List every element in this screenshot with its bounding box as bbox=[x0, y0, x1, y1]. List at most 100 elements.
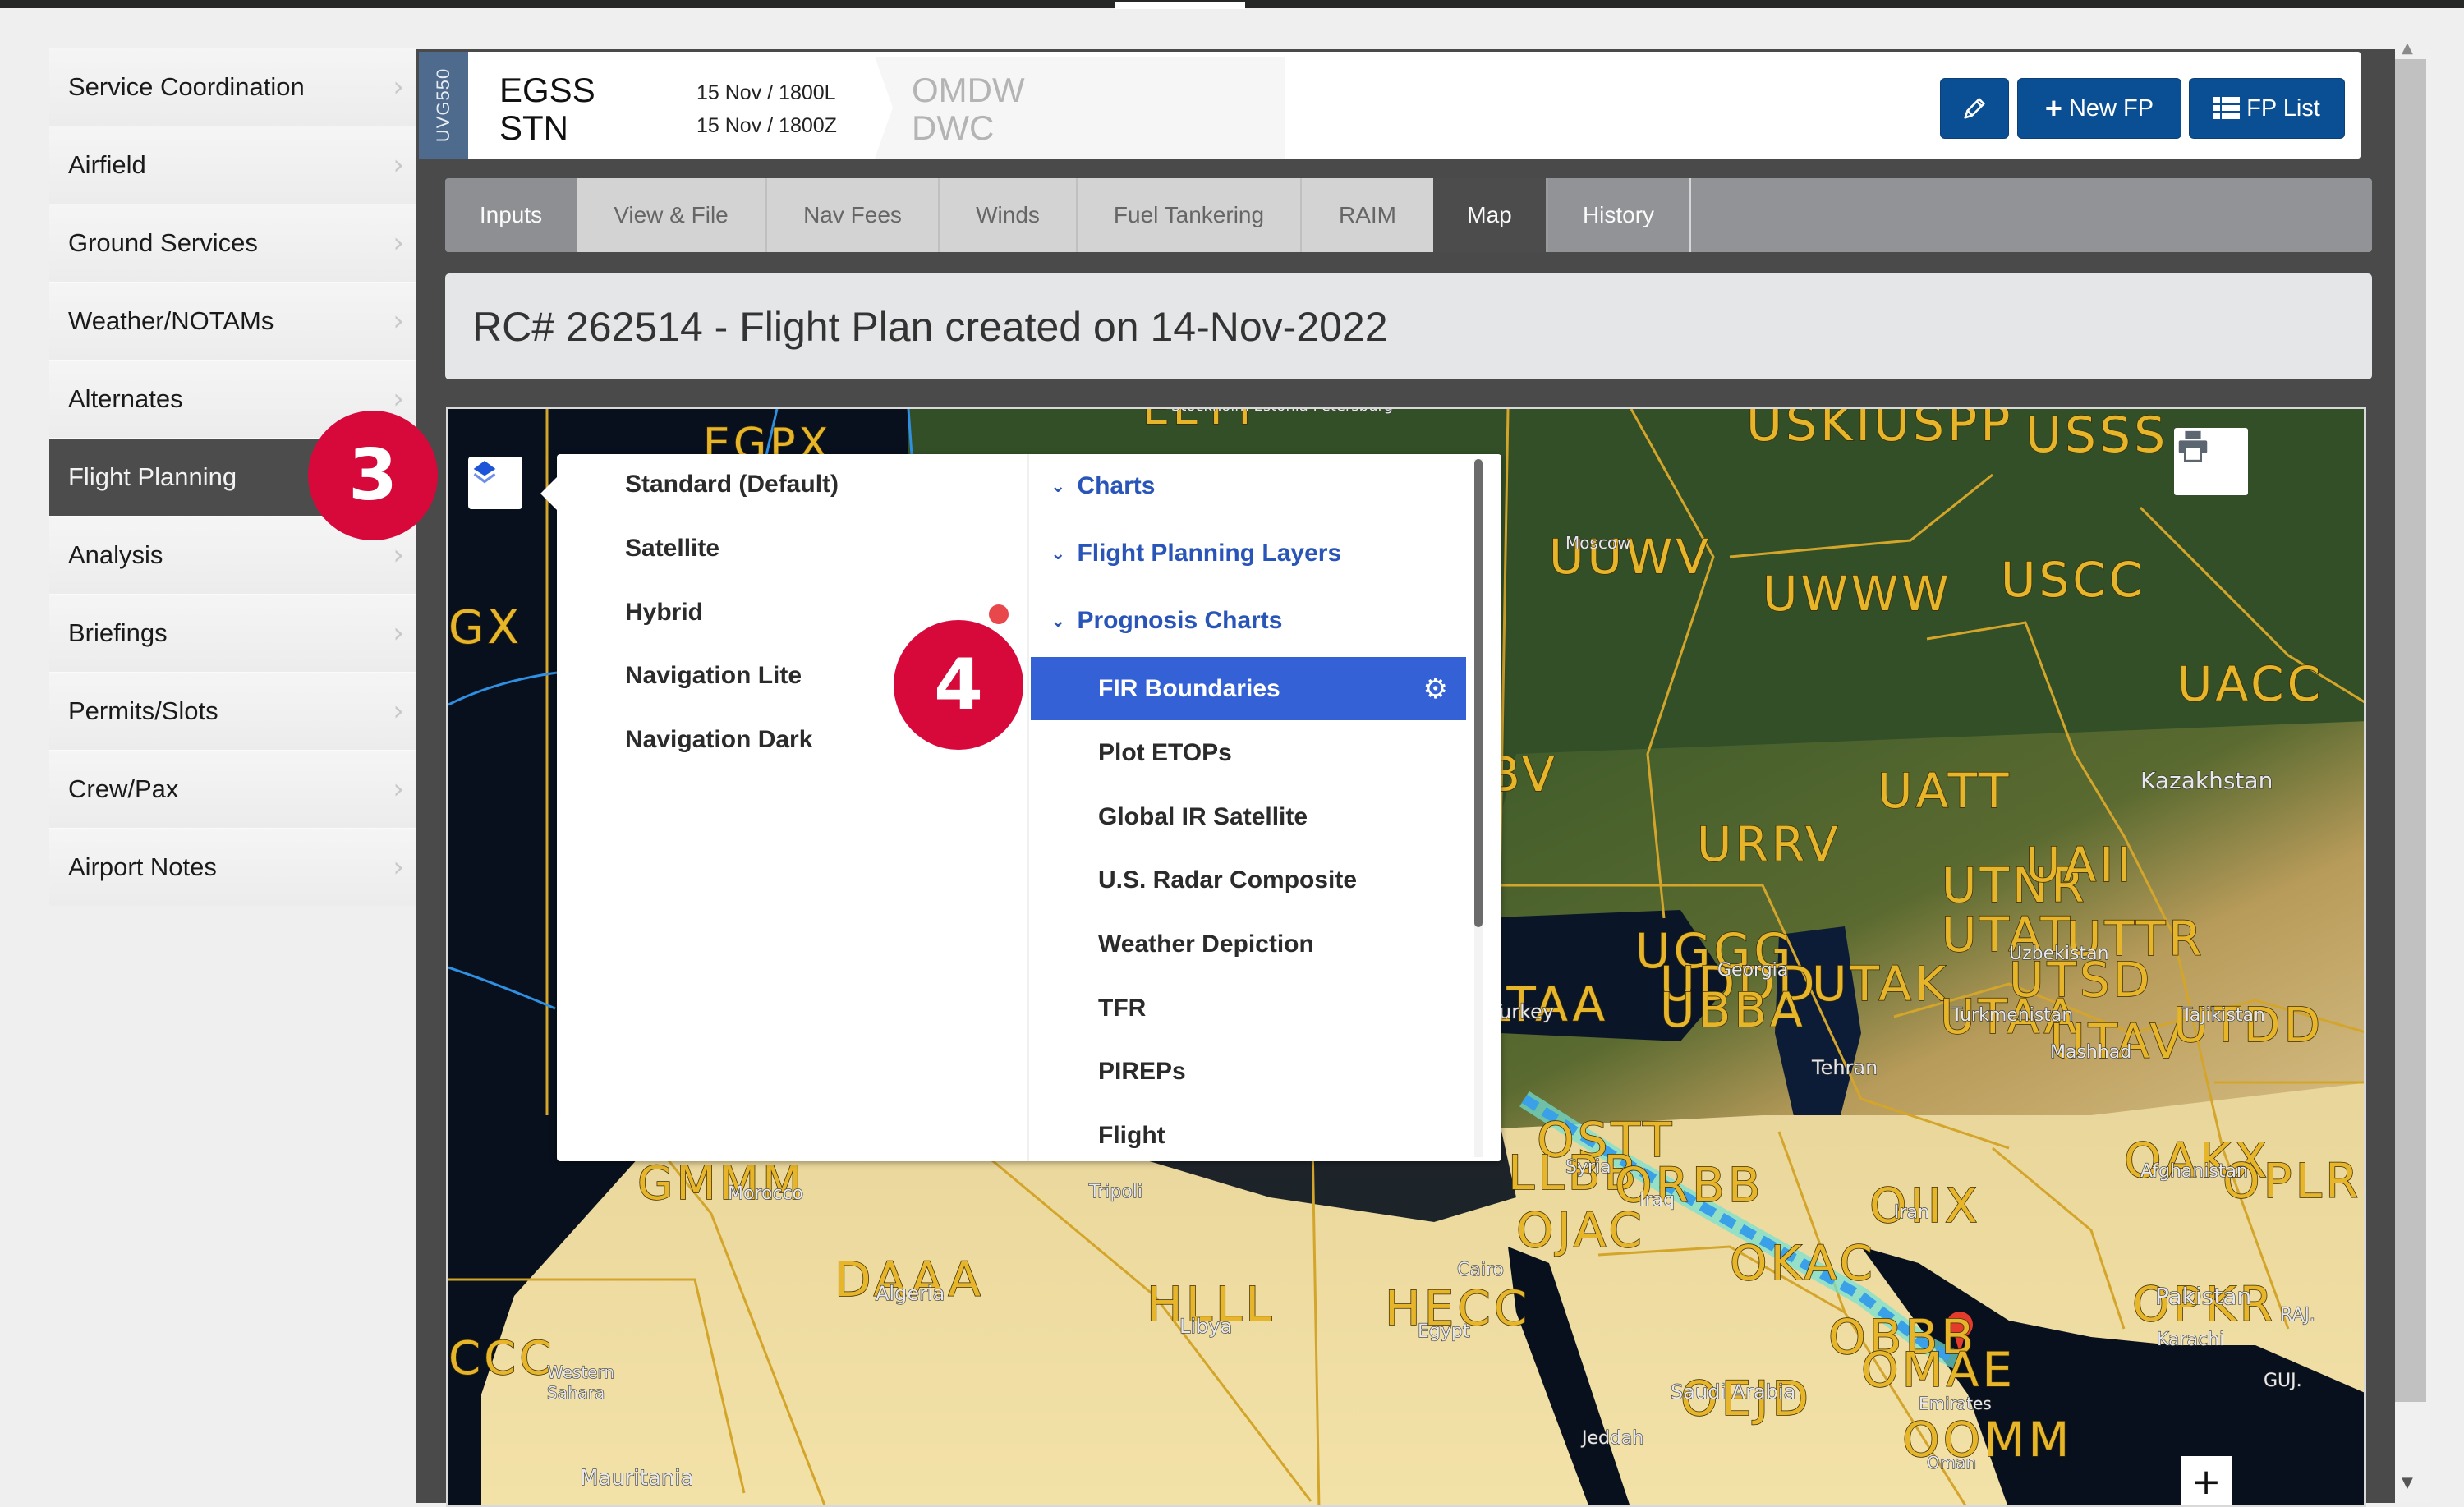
sidebar-item-service-coordination[interactable]: Service Coordination › bbox=[49, 48, 416, 126]
basemap-hybrid[interactable]: Hybrid bbox=[625, 599, 703, 627]
gear-icon[interactable]: ⚙ bbox=[1423, 673, 1448, 705]
sidebar-item-ground-services[interactable]: Ground Services › bbox=[49, 204, 416, 282]
basemap-navigation-dark[interactable]: Navigation Dark bbox=[625, 726, 812, 754]
fir-label: USCC bbox=[2001, 552, 2145, 608]
tab-fuel-tankering[interactable]: Fuel Tankering bbox=[1078, 178, 1302, 252]
place-label: Jeddah bbox=[1580, 1428, 1643, 1449]
fir-label: CCC bbox=[448, 1332, 554, 1385]
print-button[interactable] bbox=[2174, 428, 2248, 495]
place-label: Tehran bbox=[1811, 1056, 1878, 1079]
group-flight-planning-layers[interactable]: ⌄ Flight Planning Layers bbox=[1050, 540, 1341, 567]
group-label: Charts bbox=[1077, 472, 1156, 499]
scroll-up-icon[interactable]: ▲ bbox=[2402, 39, 2413, 57]
place-label: Cairo bbox=[1457, 1260, 1504, 1280]
place-label: Iran bbox=[1894, 1202, 1929, 1223]
chevron-right-icon: › bbox=[393, 539, 404, 572]
place-label: Syria bbox=[1565, 1157, 1611, 1178]
place-label: Egypt bbox=[1418, 1321, 1470, 1342]
tab-map[interactable]: Map bbox=[1433, 178, 1548, 252]
chevron-right-icon: › bbox=[393, 383, 404, 416]
sidebar-item-label: Analysis bbox=[68, 540, 163, 569]
place-label: Western bbox=[547, 1362, 614, 1382]
fir-label: OMAE bbox=[1861, 1342, 2016, 1398]
place-label: Pakistan bbox=[2155, 1283, 2251, 1310]
sidebar-item-weather-notams[interactable]: Weather/NOTAMs › bbox=[49, 282, 416, 360]
place-label: Iraq bbox=[1639, 1190, 1675, 1211]
sidebar-item-label: Briefings bbox=[68, 618, 168, 647]
layers-button[interactable] bbox=[468, 457, 522, 509]
zulu-time: 15 Nov / 1800Z bbox=[696, 114, 837, 137]
place-label: Moscow bbox=[1565, 533, 1631, 553]
chevron-down-icon: ⌄ bbox=[1050, 543, 1066, 564]
page-scrollbar-thumb[interactable] bbox=[2395, 59, 2426, 1402]
place-label: RAJ. bbox=[2280, 1305, 2315, 1326]
new-fp-label: New FP bbox=[2068, 94, 2154, 122]
basemap-standard[interactable]: Standard (Default) bbox=[625, 471, 839, 499]
tab-bar: Inputs View & File Nav Fees Winds Fuel T… bbox=[445, 178, 2372, 252]
fir-label: UAII bbox=[2025, 837, 2134, 893]
fp-list-button[interactable]: FP List bbox=[2189, 78, 2345, 139]
group-charts[interactable]: ⌄ Charts bbox=[1050, 472, 1155, 500]
overlay-us-radar-composite[interactable]: U.S. Radar Composite bbox=[1031, 848, 1466, 912]
aircraft-tag: UVG550 bbox=[419, 52, 468, 159]
printer-icon bbox=[2178, 430, 2208, 462]
fir-label: URRV bbox=[1697, 816, 1841, 872]
tab-history[interactable]: History bbox=[1548, 178, 1691, 252]
overlay-weather-depiction[interactable]: Weather Depiction bbox=[1031, 912, 1466, 976]
tab-inputs[interactable]: Inputs bbox=[445, 178, 577, 252]
place-label: Morocco bbox=[728, 1183, 803, 1204]
fir-label: OKAC bbox=[1730, 1235, 1876, 1291]
place-label: Mashhad bbox=[2050, 1042, 2131, 1063]
destination-icao: OMDW bbox=[912, 71, 1025, 109]
basemap-satellite[interactable]: Satellite bbox=[625, 535, 719, 563]
place-label: Tripoli bbox=[1088, 1182, 1142, 1202]
zoom-in-button[interactable]: + bbox=[2181, 1456, 2232, 1505]
fir-label: OJAC bbox=[1516, 1202, 1645, 1258]
sidebar-item-permits-slots[interactable]: Permits/Slots › bbox=[49, 672, 416, 750]
place-label: Saudi Arabia bbox=[1671, 1381, 1795, 1404]
tab-raim[interactable]: RAIM bbox=[1302, 178, 1433, 252]
overlay-global-ir-satellite[interactable]: Global IR Satellite bbox=[1031, 785, 1466, 848]
chevron-right-icon: › bbox=[393, 71, 404, 103]
sidebar-item-label: Alternates bbox=[68, 384, 183, 413]
sidebar-item-label: Airfield bbox=[68, 150, 146, 179]
page-scrollbar[interactable]: ▲ ▼ bbox=[2395, 39, 2431, 1503]
place-label: GUJ. bbox=[2264, 1371, 2302, 1391]
plus-icon: + bbox=[2044, 91, 2062, 125]
place-label: Libya bbox=[1179, 1315, 1232, 1338]
new-fp-button[interactable]: + New FP bbox=[2017, 78, 2181, 139]
overlay-label: Flight bbox=[1098, 1121, 1165, 1149]
menu-scrollbar-thumb[interactable] bbox=[1474, 459, 1483, 927]
place-label: Sahara bbox=[547, 1383, 605, 1403]
group-prognosis-charts[interactable]: ⌄ Prognosis Charts bbox=[1050, 607, 1283, 635]
fir-label: USKIUSPP bbox=[1746, 409, 2013, 453]
basemap-navigation-lite[interactable]: Navigation Lite bbox=[625, 662, 802, 690]
list-icon bbox=[2213, 97, 2241, 119]
edit-button[interactable] bbox=[1940, 78, 2009, 139]
chevron-right-icon: › bbox=[393, 773, 404, 806]
tab-view-file[interactable]: View & File bbox=[577, 178, 767, 252]
overlay-tfr[interactable]: TFR bbox=[1031, 976, 1466, 1040]
sidebar-item-briefings[interactable]: Briefings › bbox=[49, 594, 416, 672]
tab-nav-fees[interactable]: Nav Fees bbox=[767, 178, 940, 252]
place-label: Uzbekistan bbox=[2009, 944, 2109, 964]
scroll-down-icon[interactable]: ▼ bbox=[2402, 1474, 2413, 1491]
map-view[interactable]: EGPX EETT GX USKIUSPP USSS UUWV UWWW USC… bbox=[446, 407, 2366, 1507]
chevron-right-icon: › bbox=[393, 149, 404, 181]
sidebar-item-label: Ground Services bbox=[68, 228, 258, 257]
tab-winds[interactable]: Winds bbox=[940, 178, 1078, 252]
step-badge-3: 3 bbox=[308, 411, 438, 540]
overlay-plot-etops[interactable]: Plot ETOPs bbox=[1031, 721, 1466, 784]
sidebar-item-airfield[interactable]: Airfield › bbox=[49, 126, 416, 204]
overlay-fir-boundaries[interactable]: FIR Boundaries ⚙ bbox=[1031, 657, 1466, 720]
sidebar-item-crew-pax[interactable]: Crew/Pax › bbox=[49, 750, 416, 828]
overlay-label: TFR bbox=[1098, 994, 1147, 1022]
place-label: Algeria bbox=[876, 1282, 945, 1305]
overlay-pireps[interactable]: PIREPs bbox=[1031, 1040, 1466, 1103]
browser-top-bar bbox=[0, 0, 2464, 9]
fir-label: UACC bbox=[2177, 656, 2324, 712]
overlay-flight[interactable]: Flight bbox=[1031, 1104, 1466, 1167]
browser-active-tab[interactable] bbox=[1115, 2, 1245, 9]
sidebar-item-airport-notes[interactable]: Airport Notes › bbox=[49, 828, 416, 906]
place-label: Mauritania bbox=[580, 1466, 694, 1491]
